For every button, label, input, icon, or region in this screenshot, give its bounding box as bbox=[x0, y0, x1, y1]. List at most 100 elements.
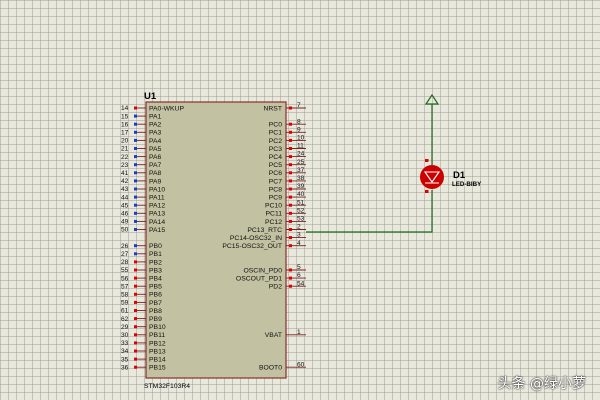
pin-label: PA15 bbox=[149, 227, 165, 234]
pin-dot bbox=[134, 333, 137, 337]
power-terminal-arrow[interactable] bbox=[424, 93, 440, 105]
pin-label: PC3 bbox=[269, 146, 282, 153]
pin-label: PC6 bbox=[269, 170, 282, 177]
pin-label: PB0 bbox=[149, 243, 162, 250]
pin-dot bbox=[134, 219, 137, 223]
pin-label: PB1 bbox=[149, 251, 162, 258]
pin-dot bbox=[289, 155, 292, 159]
pin-number: 26 bbox=[121, 243, 129, 250]
pin-dot bbox=[134, 292, 137, 296]
pin-number: 7 bbox=[297, 102, 301, 109]
pin-dot bbox=[289, 203, 292, 207]
pin-number: 59 bbox=[121, 300, 129, 307]
pin-label: PC7 bbox=[269, 178, 282, 185]
pin-dot bbox=[134, 276, 137, 280]
pin-number: 58 bbox=[121, 292, 129, 299]
pin-label: PB13 bbox=[149, 348, 166, 355]
pin-dot bbox=[134, 179, 137, 183]
pin-label: PC14-OSC32_IN bbox=[230, 235, 282, 242]
pin-number: 8 bbox=[297, 118, 301, 125]
pin-dot bbox=[134, 106, 137, 110]
pin-label: PC12 bbox=[265, 219, 282, 226]
pin-dot bbox=[134, 252, 137, 256]
pin-label: PB15 bbox=[149, 365, 166, 372]
pin-number: 25 bbox=[297, 159, 305, 166]
pin-dot bbox=[134, 187, 137, 191]
pin-label: PA13 bbox=[149, 211, 165, 218]
pin-label: PC13_RTC bbox=[247, 227, 282, 234]
pin-label: PB10 bbox=[149, 324, 166, 331]
pin-number: 23 bbox=[121, 162, 129, 169]
pin-label: PC11 bbox=[266, 211, 283, 218]
pin-label: PA8 bbox=[149, 170, 162, 177]
pin-label: VBAT bbox=[265, 332, 282, 339]
pin-dot bbox=[134, 122, 137, 126]
pin-number: 1 bbox=[297, 329, 301, 336]
pin-dot bbox=[134, 260, 137, 264]
pin-number: 40 bbox=[297, 191, 305, 198]
pin-number: 34 bbox=[121, 348, 129, 355]
pin-label: PA6 bbox=[149, 154, 162, 161]
pin-label: PA12 bbox=[149, 203, 165, 210]
pin-label: PB4 bbox=[149, 276, 162, 283]
led-ref-label: D1 bbox=[453, 170, 466, 181]
pin-label: PC8 bbox=[269, 186, 282, 193]
pin-number: 49 bbox=[121, 219, 129, 226]
pin-dot bbox=[134, 349, 137, 353]
pin-label: PB8 bbox=[149, 308, 162, 315]
pin-dot bbox=[289, 244, 292, 248]
pin-number: 4 bbox=[297, 240, 301, 247]
pin-number: 39 bbox=[297, 183, 305, 190]
chip-ref-label: U1 bbox=[144, 91, 157, 102]
pin-label: PB9 bbox=[149, 316, 162, 323]
pin-number: 28 bbox=[121, 259, 129, 266]
pin-label: PA2 bbox=[149, 122, 162, 129]
led-value-label: LED-BIBY bbox=[452, 181, 482, 188]
pin-number: 50 bbox=[121, 227, 129, 234]
pin-dot bbox=[134, 357, 137, 361]
pin-number: 56 bbox=[121, 275, 129, 282]
pin-dot bbox=[134, 147, 137, 150]
pin-dot bbox=[134, 309, 137, 312]
pin-dot bbox=[289, 219, 292, 223]
pin-dot bbox=[289, 211, 292, 215]
pin-number: 29 bbox=[121, 324, 129, 331]
pin-dot bbox=[134, 365, 137, 369]
pin-label: PB2 bbox=[149, 259, 162, 266]
pin-number: 54 bbox=[297, 280, 305, 287]
pin-number: 43 bbox=[121, 186, 129, 193]
pin-number: 42 bbox=[121, 178, 129, 185]
pin-number: 41 bbox=[121, 170, 129, 177]
pin-dot bbox=[289, 171, 292, 175]
led-pin-dot-top bbox=[425, 159, 429, 162]
pin-dot bbox=[289, 122, 292, 126]
pin-number: 44 bbox=[121, 194, 129, 201]
pin-dot bbox=[134, 228, 137, 231]
pin-label: PA1 bbox=[149, 114, 162, 121]
wire-pc13-to-led[interactable] bbox=[306, 190, 433, 233]
pin-number: 33 bbox=[121, 340, 129, 347]
pin-number: 24 bbox=[297, 151, 305, 158]
schematic-canvas[interactable]: U1 STM32F103R4 14 PA0-WKUP15 PA116 PA217 PA3… bbox=[0, 0, 600, 400]
chip-part-label: STM32F103R4 bbox=[144, 383, 190, 390]
pin-label: PA9 bbox=[149, 178, 162, 185]
pin-label: PC2 bbox=[269, 138, 282, 145]
pin-dot bbox=[134, 211, 137, 215]
pin-dot bbox=[289, 228, 292, 231]
pin-number: 11 bbox=[297, 143, 304, 150]
pin-number: 52 bbox=[297, 207, 305, 214]
pin-dot bbox=[289, 130, 292, 134]
pin-number: 36 bbox=[121, 364, 129, 371]
led-body bbox=[420, 165, 444, 189]
pin-label: PD2 bbox=[269, 284, 282, 291]
pin-dot bbox=[134, 163, 137, 167]
pin-label: PC10 bbox=[265, 203, 282, 210]
pin-number: 22 bbox=[121, 154, 129, 161]
pin-dot bbox=[134, 341, 137, 345]
pin-number: 60 bbox=[297, 361, 305, 368]
pin-number: 6 bbox=[297, 272, 301, 279]
pin-label: NRST bbox=[263, 105, 282, 112]
pin-dot bbox=[134, 300, 137, 304]
pin-label: PC4 bbox=[269, 154, 282, 161]
pin-number: 57 bbox=[121, 283, 129, 290]
